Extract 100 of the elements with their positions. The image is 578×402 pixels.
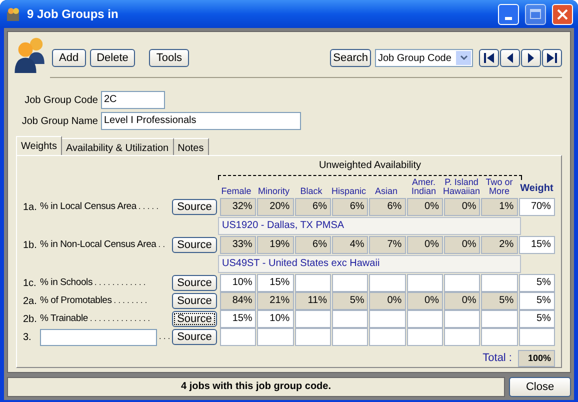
value-cell[interactable] [294, 274, 331, 292]
value-cell: 6% [294, 198, 331, 216]
weight-cell[interactable]: 70% [518, 198, 555, 216]
next-record-button[interactable] [521, 49, 541, 67]
value-cell[interactable] [406, 274, 443, 292]
value-cell[interactable]: 15% [257, 274, 294, 292]
minimize-button[interactable] [498, 4, 519, 24]
value-cell[interactable] [294, 328, 331, 346]
value-cell[interactable] [294, 310, 331, 328]
skip-arrow-icon [481, 50, 497, 66]
leader-dots: . . . . . . . . [114, 295, 148, 307]
leader-dots: . . . . . . . . . . . . . . [90, 313, 150, 325]
value-cell[interactable] [444, 328, 480, 346]
value-cell[interactable] [406, 328, 443, 346]
value-cell: 21% [257, 292, 294, 310]
value-cell[interactable] [444, 274, 480, 292]
leader-dots: . . . . . [138, 201, 158, 213]
close-button[interactable]: Close [509, 377, 571, 397]
value-cell[interactable] [406, 310, 443, 328]
toolbar-button[interactable]: Delete [90, 49, 136, 67]
value-cell[interactable] [332, 328, 368, 346]
value-cell: 2% [481, 236, 518, 254]
leader-dots: . . [158, 239, 165, 251]
chevron-down-icon [460, 55, 468, 61]
value-cell[interactable] [332, 310, 368, 328]
toolbar-button[interactable]: Add [52, 49, 86, 67]
previous-record-button[interactable] [500, 49, 520, 67]
value-cell: 4% [332, 236, 368, 254]
weight-cell[interactable]: 15% [518, 236, 555, 254]
column-heading: Amer. Indian [410, 178, 438, 196]
census-area-bar: US1920 - Dallas, TX PMSA [218, 217, 521, 235]
value-cell: 0% [406, 198, 443, 216]
source-button[interactable]: Source [172, 275, 217, 291]
field-label: Job Group Name [20, 114, 98, 128]
value-cell[interactable]: 15% [220, 310, 256, 328]
row-number: 1a. [23, 200, 38, 214]
source-button[interactable]: Source [172, 293, 217, 309]
input-field[interactable] [40, 328, 157, 346]
value-cell[interactable] [481, 274, 518, 292]
total-cell: 100% [518, 350, 555, 367]
source-button[interactable]: Source [172, 199, 217, 215]
value-cell[interactable] [444, 310, 480, 328]
value-cell: 7% [369, 236, 406, 254]
last-record-button[interactable] [542, 49, 562, 67]
tab[interactable]: Availability & Utilization [62, 138, 174, 155]
value-cell: 6% [294, 236, 331, 254]
value-cell: 84% [220, 292, 256, 310]
weight-cell[interactable] [518, 328, 555, 346]
value-cell: 0% [369, 292, 406, 310]
input-field[interactable]: 2C [101, 91, 165, 109]
value-cell[interactable] [481, 310, 518, 328]
value-cell: 6% [369, 198, 406, 216]
row-number: 3. [23, 330, 32, 344]
skip-arrow-icon [544, 50, 560, 66]
column-heading: Two or More [484, 178, 514, 196]
column-heading: Hispanic [330, 187, 367, 196]
maximize-button[interactable] [525, 4, 546, 24]
row-label: % Trainable [40, 312, 88, 326]
row-number: 1c. [23, 276, 38, 290]
weight-cell[interactable]: 5% [518, 274, 555, 292]
column-heading: Asian [374, 187, 398, 196]
value-cell[interactable] [481, 328, 518, 346]
value-cell[interactable] [220, 328, 256, 346]
value-cell[interactable]: 10% [220, 274, 256, 292]
value-cell: 5% [332, 292, 368, 310]
search-button[interactable]: Search [330, 49, 371, 67]
value-cell[interactable] [332, 274, 368, 292]
value-cell: 0% [406, 236, 443, 254]
column-heading: P. Island Hawaiian [443, 178, 480, 196]
value-cell[interactable] [369, 310, 406, 328]
weight-cell[interactable]: 5% [518, 292, 555, 310]
value-cell[interactable]: 10% [257, 310, 294, 328]
toolbar-button[interactable]: Tools [149, 49, 190, 67]
search-field-dropdown[interactable]: Job Group Code [375, 49, 473, 67]
value-cell[interactable] [369, 274, 406, 292]
first-record-button[interactable] [479, 49, 499, 67]
row-label: % in Non-Local Census Area [40, 238, 156, 252]
input-field[interactable]: Level I Professionals [101, 112, 301, 130]
value-cell[interactable] [369, 328, 406, 346]
column-heading: Weight [519, 182, 554, 196]
close-button[interactable] [552, 4, 573, 24]
app-icon [5, 6, 21, 22]
weight-cell[interactable]: 5% [518, 310, 555, 328]
column-heading: Black [299, 187, 324, 196]
value-cell: 0% [444, 236, 480, 254]
close-icon [557, 8, 568, 20]
row-label: % in Local Census Area [40, 200, 136, 214]
field-label: Job Group Code [24, 94, 98, 108]
column-heading: Minority [256, 187, 290, 196]
source-button[interactable]: Source [172, 237, 217, 253]
source-button[interactable]: Source [172, 329, 217, 345]
tab[interactable]: Weights [16, 136, 62, 155]
value-cell: 19% [257, 236, 294, 254]
row-label: % of Promotables [40, 294, 112, 308]
column-heading: Female [220, 187, 252, 196]
value-cell: 0% [444, 198, 480, 216]
source-button[interactable]: Source [172, 311, 217, 327]
value-cell[interactable] [257, 328, 294, 346]
tab[interactable]: Notes [174, 138, 209, 155]
value-cell: 11% [294, 292, 331, 310]
